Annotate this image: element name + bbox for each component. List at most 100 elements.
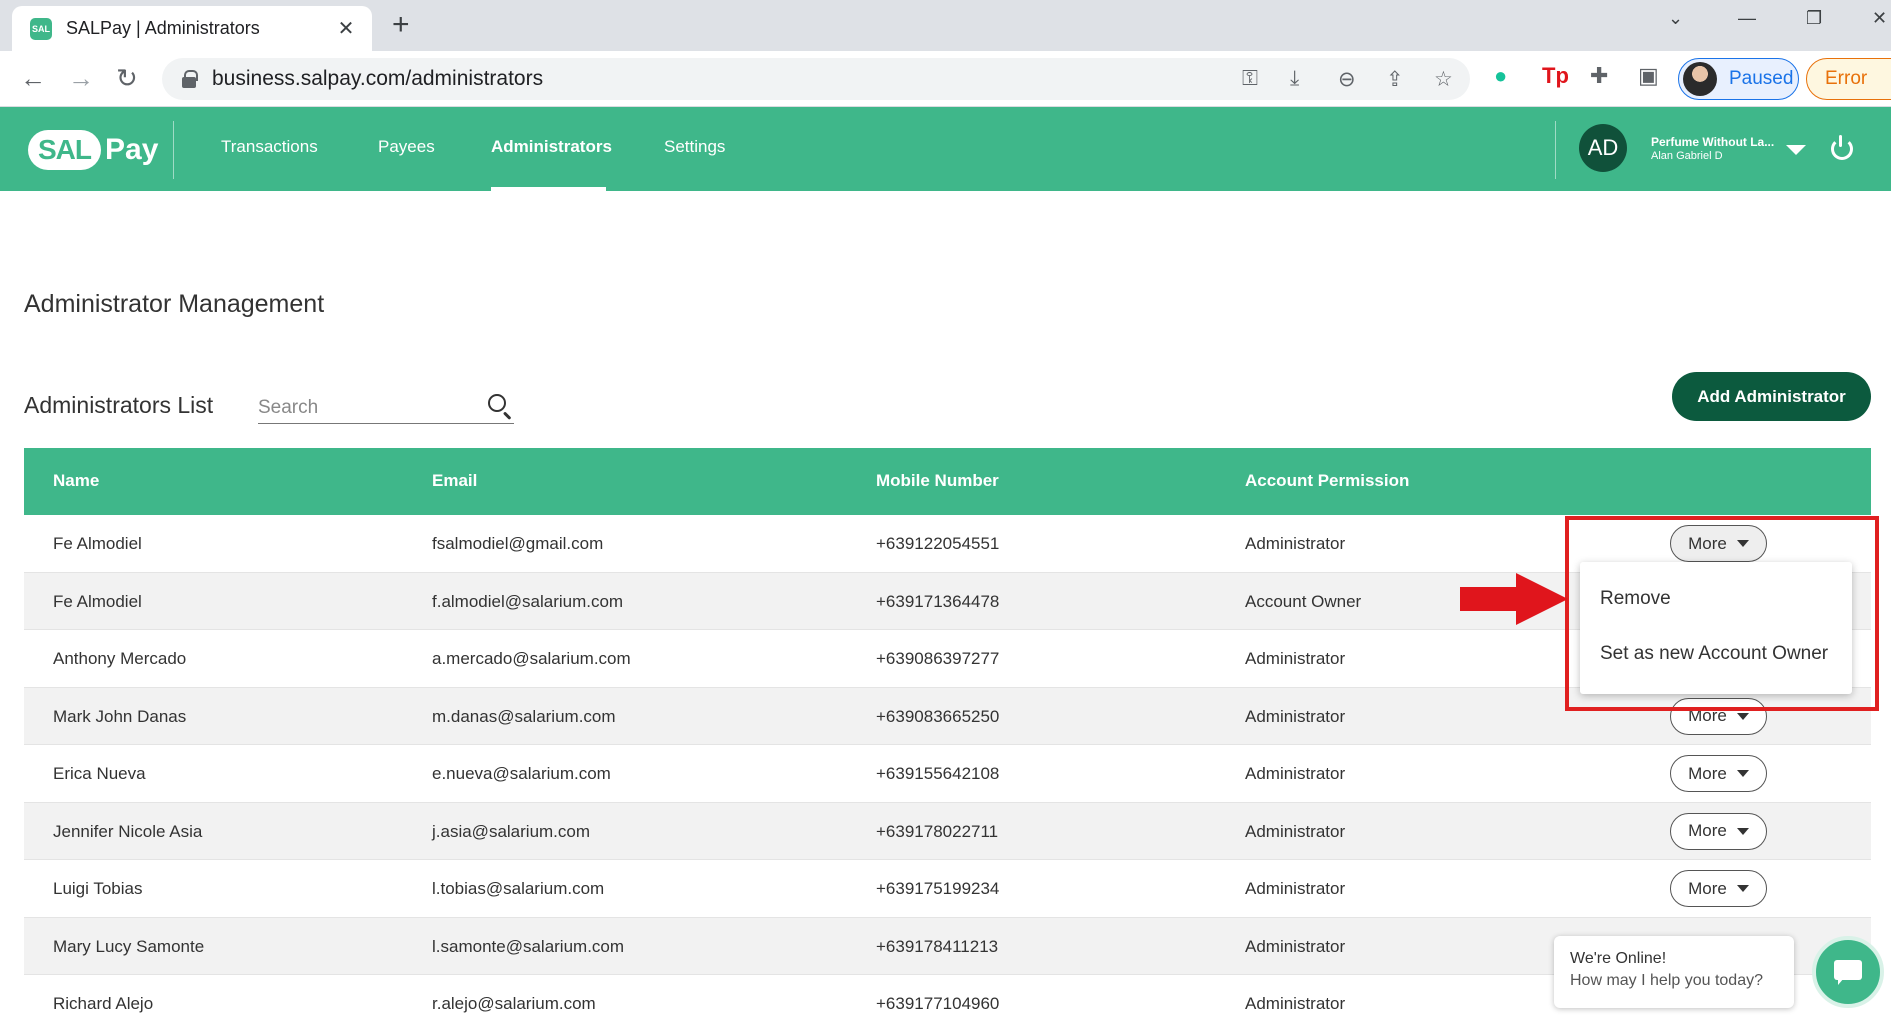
cell-mobile: +639178411213 <box>876 936 999 956</box>
browser-tabstrip: SAL SALPay | Administrators ✕ + ⌄ — ❐ ✕ <box>0 0 1891 51</box>
nav-settings[interactable]: Settings <box>664 137 725 157</box>
cell-name: Luigi Tobias <box>53 879 143 898</box>
cell-permission: Administrator <box>1245 706 1346 726</box>
chat-line-2: How may I help you today? <box>1570 972 1763 989</box>
caret-down-icon <box>1736 770 1749 777</box>
nav-payees[interactable]: Payees <box>378 137 435 157</box>
cell-mobile: +639155642108 <box>876 764 1000 783</box>
cell-email: a.mercado@salarium.com <box>432 649 631 668</box>
power-icon[interactable] <box>1831 135 1853 160</box>
chat-line-1: We're Online! <box>1570 950 1667 967</box>
zoom-icon[interactable]: ⊖ <box>1338 67 1356 92</box>
more-button[interactable]: More <box>1670 870 1767 907</box>
caret-down-icon <box>1736 712 1749 720</box>
cell-mobile: +639178022711 <box>876 821 999 841</box>
app-header: SAL Pay Transactions Payees Administrato… <box>0 107 1891 191</box>
cell-permission: Administrator <box>1245 994 1346 1013</box>
chat-icon <box>1834 960 1862 985</box>
cell-permission: Administrator <box>1245 879 1346 898</box>
active-nav-indicator <box>491 187 606 191</box>
annotation-arrow-icon <box>1460 573 1568 625</box>
profile-button[interactable]: Paused <box>1678 58 1799 100</box>
logo-pay-text: Pay <box>105 133 159 166</box>
browser-tab[interactable]: SAL SALPay | Administrators ✕ <box>12 6 372 51</box>
install-icon[interactable]: ⤓ <box>1290 67 1299 91</box>
minimize-icon[interactable]: — <box>1738 8 1756 29</box>
column-header: Account Permission <box>1245 471 1410 490</box>
more-button[interactable]: More <box>1670 755 1767 792</box>
reload-icon[interactable]: ↻ <box>116 63 138 93</box>
chat-launcher-button[interactable] <box>1812 936 1884 1008</box>
user-avatar[interactable]: AD <box>1579 124 1627 172</box>
table-row: Erica Nueva e.nueva@salarium.com +63915564… <box>24 745 1871 803</box>
add-administrator-button[interactable]: Add Administrator <box>1672 372 1871 421</box>
tab-close-icon[interactable]: ✕ <box>334 16 358 41</box>
caret-down-icon <box>1736 885 1749 892</box>
cell-email: j.asia@salarium.com <box>432 821 591 841</box>
table-row: Luigi Tobias l.tobias@salarium.com +639175… <box>24 860 1871 918</box>
salpay-logo[interactable]: SAL Pay <box>28 127 158 173</box>
salpay-favicon-icon: SAL <box>30 17 52 40</box>
cell-name: Fe Almodiel <box>53 534 142 553</box>
lock-icon[interactable] <box>182 70 198 88</box>
cell-name: Richard Alejo <box>53 994 154 1013</box>
search-icon[interactable] <box>488 394 506 412</box>
window-close-icon[interactable]: ✕ <box>1872 8 1887 29</box>
table-header: Name Email Mobile Number Account Permiss… <box>24 448 1871 515</box>
sidepanel-icon[interactable]: ▣ <box>1638 63 1659 89</box>
cell-mobile: +639171364478 <box>876 591 1000 611</box>
cell-permission: Administrator <box>1245 821 1346 841</box>
grammarly-icon[interactable]: ● <box>1494 63 1507 89</box>
more-button-label: More <box>1688 878 1727 898</box>
search-field <box>258 390 514 424</box>
cell-email: e.nueva@salarium.com <box>432 764 611 783</box>
tp-icon[interactable]: Tp <box>1542 63 1569 89</box>
tab-search-icon[interactable]: ⌄ <box>1668 8 1683 29</box>
back-icon[interactable]: ← <box>20 63 46 93</box>
cell-name: Mark John Danas <box>53 706 187 726</box>
list-title: Administrators List <box>24 392 214 418</box>
header-divider <box>173 121 174 179</box>
more-button-label: More <box>1688 821 1727 840</box>
share-icon[interactable]: ⇪ <box>1386 67 1404 92</box>
user-company: Perfume Without La... <box>1651 135 1775 149</box>
cell-mobile: +639175199234 <box>876 879 1000 898</box>
cell-email: r.alejo@salarium.com <box>432 994 596 1013</box>
cell-permission: Administrator <box>1245 936 1346 956</box>
cell-mobile: +639083665250 <box>876 706 1000 726</box>
column-header: Mobile Number <box>876 471 999 490</box>
tab-title: SALPay | Administrators <box>66 18 260 38</box>
chat-greeting[interactable]: We're Online! How may I help you today? <box>1554 936 1794 1008</box>
cell-permission: Administrator <box>1245 764 1346 783</box>
address-bar[interactable]: business.salpay.com/administrators ⚿ ⤓ ⊖… <box>162 58 1470 100</box>
more-button[interactable]: More <box>1670 812 1767 850</box>
key-icon[interactable]: ⚿ <box>1242 67 1258 91</box>
cell-name: Fe Almodiel <box>53 591 142 611</box>
cell-email: m.danas@salarium.com <box>432 706 616 726</box>
error-button[interactable]: Error <box>1806 58 1891 100</box>
caret-down-icon[interactable] <box>1786 145 1806 155</box>
cell-name: Anthony Mercado <box>53 649 187 668</box>
cell-mobile: +639122054551 <box>876 534 1000 553</box>
bookmark-star-icon[interactable]: ☆ <box>1434 67 1453 92</box>
nav-administrators[interactable]: Administrators <box>491 137 612 157</box>
column-header: Email <box>432 471 478 490</box>
logo-sal-text: SAL <box>28 130 101 170</box>
restore-icon[interactable]: ❐ <box>1806 8 1822 29</box>
cell-email: f.almodiel@salarium.com <box>432 591 624 611</box>
cell-mobile: +639086397277 <box>876 649 1000 668</box>
cell-permission: Administrator <box>1245 649 1346 668</box>
search-input[interactable] <box>258 394 468 422</box>
forward-icon[interactable]: → <box>68 63 94 93</box>
puzzle-icon[interactable]: ✚ <box>1590 63 1608 89</box>
header-divider <box>1555 121 1556 179</box>
cell-permission: Account Owner <box>1245 591 1362 611</box>
new-tab-icon[interactable]: + <box>392 10 410 40</box>
page-title: Administrator Management <box>24 290 325 318</box>
cell-name: Jennifer Nicole Asia <box>53 821 203 841</box>
user-name: Alan Gabriel D <box>1651 150 1723 162</box>
cell-name: Erica Nueva <box>53 764 146 783</box>
url-text[interactable]: business.salpay.com/administrators <box>212 67 543 91</box>
nav-transactions[interactable]: Transactions <box>221 137 318 157</box>
cell-permission: Administrator <box>1245 534 1346 553</box>
